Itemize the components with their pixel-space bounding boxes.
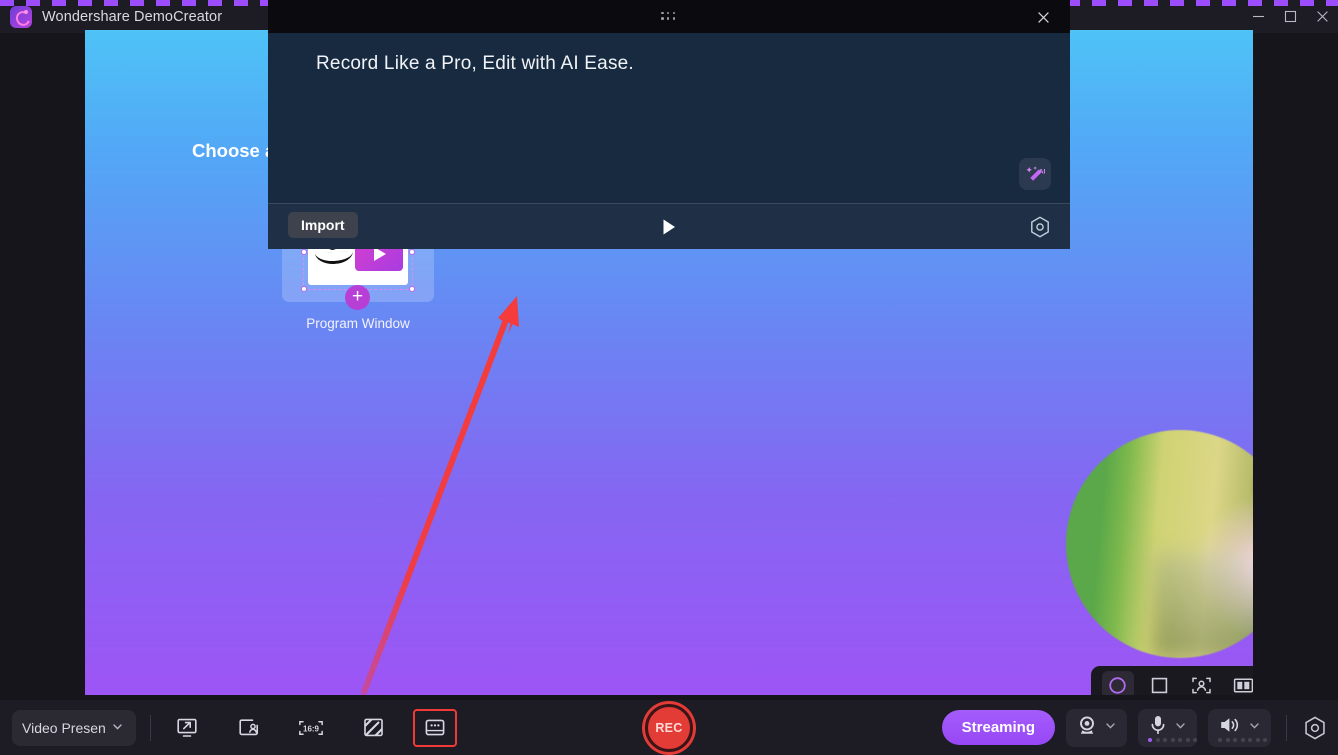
record-button[interactable]: REC [645,703,693,752]
tool-privacy-screen[interactable] [227,709,271,747]
drag-grip-icon[interactable] [661,11,677,22]
capture-tools: 16:9 [165,708,457,747]
handle-e[interactable] [409,249,415,255]
overlay-player-controls [268,203,1070,249]
microphone-level-meter [1148,737,1197,742]
speaker-device-control[interactable] [1208,708,1271,747]
handle-w[interactable] [301,249,307,255]
svg-text:AI: AI [1038,168,1045,175]
close-icon[interactable] [1032,6,1054,28]
person-focus-icon[interactable] [1185,671,1217,695]
promo-video-overlay: Record Like a Pro, Edit with AI Ease. AI [268,0,1070,249]
hatch-pattern-icon [360,715,386,741]
svg-text:16:9: 16:9 [303,724,320,733]
webcam-shape-toolbar [1091,666,1253,695]
circle-icon[interactable] [1101,671,1134,695]
screen-share-icon [174,715,200,741]
maximize-icon[interactable] [1274,0,1306,33]
tool-screen-share[interactable] [165,709,209,747]
chevron-down-icon [1104,719,1117,737]
webcam-icon [1076,714,1098,741]
chevron-down-icon [111,720,124,736]
speaker-level-meter [1218,737,1267,742]
handle-sw[interactable] [301,286,307,292]
play-icon[interactable] [656,214,682,240]
overlay-video-body: Record Like a Pro, Edit with AI Ease. AI [268,33,1070,249]
tool-aspect-ratio[interactable]: 16:9 [289,709,333,747]
minimize-icon[interactable] [1242,0,1274,33]
toolbar-divider [150,714,151,741]
webcam-device-control[interactable] [1066,708,1127,747]
close-icon[interactable] [1306,0,1338,33]
program-window-label: Program Window [306,316,410,331]
mode-select-value: Video Presenta [22,719,106,736]
mode-select[interactable]: Video Presenta [12,709,136,746]
settings-hex-icon[interactable] [1028,215,1052,239]
square-icon[interactable] [1144,671,1176,695]
window-controls [1242,0,1338,33]
settings-hex-icon[interactable] [1302,715,1328,741]
app-brand: Wondershare DemoCreator [0,5,223,28]
bottom-right-controls: Streaming [941,708,1328,747]
bottom-toolbar: Video Presenta [0,700,1338,755]
app-title: Wondershare DemoCreator [42,8,223,25]
record-button-wrapper: REC [645,703,693,752]
webcam-preview[interactable] [1066,430,1253,658]
import-tooltip: Import [288,212,358,238]
streaming-button[interactable]: Streaming [941,710,1055,745]
microphone-device-control[interactable] [1138,708,1197,747]
tool-captions[interactable] [413,708,457,747]
democreator-logo-icon [10,5,32,28]
right-divider [1286,714,1287,741]
chevron-down-icon [1248,719,1261,737]
handle-se[interactable] [409,286,415,292]
ai-magic-wand-icon[interactable]: AI [1019,158,1051,190]
tool-background-blur[interactable] [351,709,395,747]
chevron-down-icon [1174,719,1187,737]
captions-icon [422,715,448,741]
plus-icon[interactable]: + [345,285,370,310]
privacy-screen-icon [236,715,262,741]
16-9-icon: 16:9 [298,715,324,741]
overlay-tagline: Record Like a Pro, Edit with AI Ease. [316,53,634,74]
overlay-header [268,0,1070,33]
webcam-shading [1152,553,1253,658]
split-view-icon[interactable] [1227,671,1253,695]
